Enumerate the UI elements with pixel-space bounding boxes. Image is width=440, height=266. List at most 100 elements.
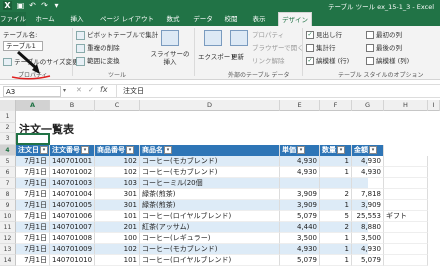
table-cell[interactable]: 101 bbox=[95, 211, 140, 222]
table-cell[interactable]: 301 bbox=[95, 189, 140, 200]
table-cell[interactable]: 7月1日 bbox=[16, 156, 50, 167]
row-header-11[interactable]: 11 bbox=[0, 222, 16, 233]
row-header-6[interactable]: 6 bbox=[0, 167, 16, 178]
table-cell[interactable]: 3,909 bbox=[352, 200, 384, 211]
table-cell[interactable]: 3,909 bbox=[280, 189, 320, 200]
export-button[interactable]: エクスポート bbox=[198, 30, 237, 68]
table-cell[interactable]: 140701007 bbox=[50, 222, 95, 233]
table-cell[interactable]: 7月1日 bbox=[16, 233, 50, 244]
table-cell[interactable]: 2 bbox=[320, 222, 352, 233]
row-header-10[interactable]: 10 bbox=[0, 211, 16, 222]
table-cell[interactable]: 4,930 bbox=[280, 156, 320, 167]
convert-to-range-button[interactable]: 範囲に変換 bbox=[76, 55, 120, 66]
table-cell[interactable]: 4,930 bbox=[280, 167, 320, 178]
table-cell[interactable] bbox=[384, 200, 428, 211]
column-header-c[interactable]: C bbox=[95, 100, 140, 111]
table-cell[interactable] bbox=[384, 189, 428, 200]
undo-icon[interactable]: ↶ bbox=[28, 1, 37, 10]
table-cell[interactable] bbox=[384, 233, 428, 244]
insert-slicer-button[interactable]: スライサーの挿入 bbox=[150, 30, 190, 68]
table-cell[interactable]: 5,079 bbox=[352, 255, 384, 266]
row-header-5[interactable]: 5 bbox=[0, 156, 16, 167]
table-cell[interactable]: コーヒー(ロイヤルブレンド) bbox=[140, 211, 280, 222]
table-cell[interactable] bbox=[384, 178, 428, 189]
table-cell[interactable]: コーヒー(ロイヤルブレンド) bbox=[140, 255, 280, 266]
tab-design[interactable]: デザイン bbox=[278, 12, 312, 26]
column-header-i[interactable]: I bbox=[428, 100, 440, 111]
header-row-checkbox[interactable]: ✓ 見出し行 bbox=[306, 29, 342, 39]
enter-icon[interactable]: ✓ bbox=[88, 86, 94, 94]
table-cell[interactable]: 7月1日 bbox=[16, 200, 50, 211]
column-header-h[interactable]: H bbox=[384, 100, 428, 111]
row-header-2[interactable]: 2 bbox=[0, 123, 16, 133]
row-header-14[interactable]: 14 bbox=[0, 255, 16, 266]
tab-view[interactable]: 表示 bbox=[248, 12, 270, 26]
table-cell[interactable]: 140701009 bbox=[50, 244, 95, 255]
tab-formulas[interactable]: 数式 bbox=[162, 12, 184, 26]
function-icon[interactable]: fx bbox=[100, 85, 108, 94]
open-in-browser-button[interactable]: ブラウザーで開く bbox=[252, 42, 304, 52]
table-cell[interactable]: コーヒー(レギュラー) bbox=[140, 233, 280, 244]
name-box-dropdown-icon[interactable]: ▾ bbox=[63, 87, 66, 94]
table-cell[interactable]: 102 bbox=[95, 244, 140, 255]
tab-page-layout[interactable]: ページ レイアウト bbox=[96, 12, 158, 26]
table-cell[interactable] bbox=[280, 178, 320, 189]
table-cell[interactable]: 1 bbox=[320, 244, 352, 255]
row-header-9[interactable]: 9 bbox=[0, 200, 16, 211]
tab-review[interactable]: 校閲 bbox=[220, 12, 242, 26]
table-cell[interactable]: 4,930 bbox=[352, 167, 384, 178]
table-cell[interactable]: 5,079 bbox=[280, 255, 320, 266]
table-cell[interactable]: 5 bbox=[320, 211, 352, 222]
table-cell[interactable] bbox=[384, 244, 428, 255]
column-header-g[interactable]: G bbox=[352, 100, 384, 111]
table-cell[interactable]: 102 bbox=[95, 167, 140, 178]
column-header-d[interactable]: D bbox=[140, 100, 280, 111]
column-header-a[interactable]: A bbox=[16, 100, 50, 111]
unlink-button[interactable]: リンク解除 bbox=[252, 55, 285, 65]
row-header-13[interactable]: 13 bbox=[0, 244, 16, 255]
table-cell[interactable]: 7,818 bbox=[352, 189, 384, 200]
table-cell[interactable]: 140701005 bbox=[50, 200, 95, 211]
table-cell[interactable]: 4,440 bbox=[280, 222, 320, 233]
tab-home[interactable]: ホーム bbox=[32, 12, 58, 26]
select-all-button[interactable] bbox=[0, 100, 16, 111]
table-cell[interactable]: 201 bbox=[95, 222, 140, 233]
table-cell[interactable] bbox=[384, 167, 428, 178]
column-header-b[interactable]: B bbox=[50, 100, 95, 111]
summarize-pivot-button[interactable]: ピボットテーブルで集計 bbox=[76, 29, 158, 40]
remove-duplicates-button[interactable]: 重複の削除 bbox=[76, 42, 120, 53]
table-cell[interactable]: ギフト bbox=[384, 211, 428, 222]
table-cell[interactable]: 1 bbox=[320, 200, 352, 211]
table-cell[interactable]: 1 bbox=[320, 255, 352, 266]
table-cell[interactable]: 3,909 bbox=[280, 200, 320, 211]
table-cell[interactable]: 2 bbox=[320, 189, 352, 200]
table-cell[interactable]: 7月1日 bbox=[16, 189, 50, 200]
table-cell[interactable]: 7月1日 bbox=[16, 255, 50, 266]
table-cell[interactable]: 1 bbox=[320, 233, 352, 244]
row-header-8[interactable]: 8 bbox=[0, 189, 16, 200]
filter-dropdown-icon[interactable]: ▾ bbox=[81, 146, 89, 154]
table-cell[interactable]: 8,880 bbox=[352, 222, 384, 233]
refresh-button[interactable]: 更新 bbox=[230, 30, 248, 68]
first-column-checkbox[interactable]: 最初の列 bbox=[366, 29, 402, 39]
formula-input[interactable]: 注文日 bbox=[116, 85, 440, 97]
row-header-4[interactable]: 4 bbox=[0, 145, 16, 156]
table-cell[interactable]: 140701001 bbox=[50, 156, 95, 167]
table-cell[interactable] bbox=[384, 222, 428, 233]
row-header-1[interactable]: 1 bbox=[0, 111, 16, 123]
table-cell[interactable]: 5,079 bbox=[280, 211, 320, 222]
table-cell[interactable] bbox=[320, 178, 352, 189]
table-cell[interactable]: 1 bbox=[320, 156, 352, 167]
cancel-icon[interactable]: ✕ bbox=[76, 86, 82, 94]
row-header-12[interactable]: 12 bbox=[0, 233, 16, 244]
table-cell[interactable]: 緑茶(煎茶) bbox=[140, 200, 280, 211]
table-cell[interactable]: コーヒーミル(20個 bbox=[140, 178, 280, 189]
filter-dropdown-icon[interactable]: ▾ bbox=[40, 146, 48, 154]
table-cell[interactable]: 4,930 bbox=[352, 244, 384, 255]
table-cell[interactable]: 102 bbox=[95, 156, 140, 167]
last-column-checkbox[interactable]: 最後の列 bbox=[366, 42, 402, 52]
table-cell[interactable]: 7月1日 bbox=[16, 222, 50, 233]
row-header-7[interactable]: 7 bbox=[0, 178, 16, 189]
filter-dropdown-icon[interactable]: ▾ bbox=[297, 146, 305, 154]
table-cell[interactable]: 紅茶(アッサム) bbox=[140, 222, 280, 233]
